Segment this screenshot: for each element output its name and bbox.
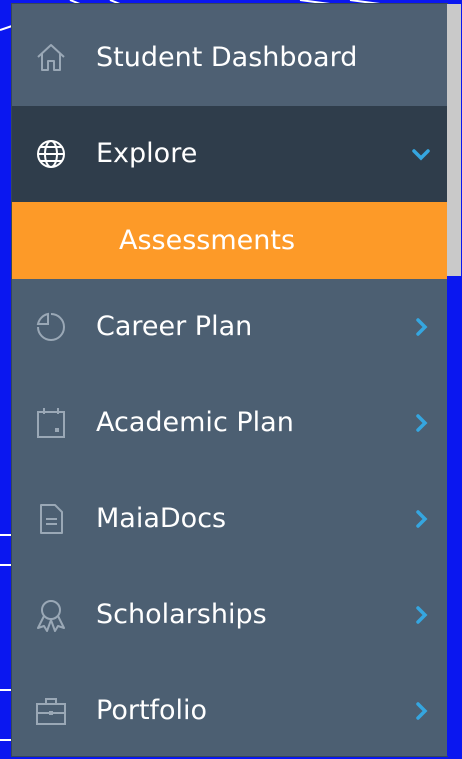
briefcase-icon	[36, 698, 66, 725]
menu-item-academic-plan[interactable]: Academic Plan	[12, 375, 447, 471]
menu-item-maiadocs[interactable]: MaiaDocs	[12, 471, 447, 567]
chevron-right-icon[interactable]	[411, 701, 431, 721]
chevron-right-icon[interactable]	[411, 413, 431, 433]
menu-item-label: Academic Plan	[96, 406, 294, 438]
menu-item-label: Portfolio	[96, 694, 208, 726]
menu-item-student-dashboard[interactable]: Student Dashboard	[12, 10, 447, 106]
calendar-icon	[37, 408, 65, 438]
home-icon	[37, 44, 65, 71]
sidebar-menu: Student Dashboard Explore Assessments Ca…	[12, 4, 447, 756]
menu-item-scholarships[interactable]: Scholarships	[12, 567, 447, 663]
scrollbar-thumb[interactable]	[447, 4, 461, 276]
menu-item-label: Student Dashboard	[96, 41, 358, 73]
menu-item-portfolio[interactable]: Portfolio	[12, 663, 447, 759]
menu-item-career-plan[interactable]: Career Plan	[12, 279, 447, 375]
menu-item-explore[interactable]: Explore	[12, 106, 447, 202]
menu-item-label: Career Plan	[96, 310, 253, 342]
chevron-right-icon[interactable]	[411, 605, 431, 625]
award-ribbon-icon	[37, 600, 65, 632]
chevron-right-icon[interactable]	[411, 509, 431, 529]
document-icon	[40, 504, 63, 534]
menu-item-label: Explore	[96, 137, 198, 169]
submenu-item-assessments[interactable]: Assessments	[12, 202, 447, 279]
pie-chart-icon	[36, 312, 65, 341]
globe-icon	[37, 140, 65, 168]
submenu-item-label: Assessments	[119, 224, 296, 256]
menu-item-label: MaiaDocs	[96, 502, 227, 534]
chevron-right-icon[interactable]	[411, 317, 431, 337]
menu-item-label: Scholarships	[96, 598, 267, 630]
chevron-down-icon[interactable]	[411, 144, 431, 164]
